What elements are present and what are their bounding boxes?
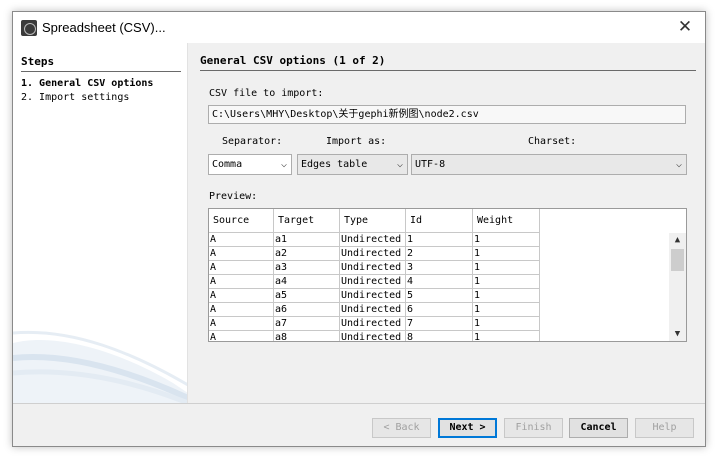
cell-source: A — [209, 275, 274, 289]
step-general-csv-options: 1. General CSV options — [21, 78, 154, 89]
import-wizard-dialog: Spreadsheet (CSV)... ✕ Steps 1. General … — [12, 11, 706, 447]
cell-weight: 1 — [473, 275, 540, 289]
cell-id: 3 — [406, 261, 473, 275]
import-as-select[interactable]: Edges table ⌵ — [297, 154, 408, 175]
cell-weight: 1 — [473, 233, 540, 247]
chevron-down-icon: ⌵ — [675, 159, 682, 170]
column-header-type: Type — [340, 209, 406, 233]
cell-source: A — [209, 261, 274, 275]
steps-title: Steps — [21, 55, 181, 72]
title-bar: Spreadsheet (CSV)... ✕ — [13, 12, 705, 43]
separator-label: Separator: — [222, 136, 283, 147]
panel-title: General CSV options (1 of 2) — [200, 54, 696, 71]
gephi-app-icon — [21, 20, 37, 36]
cell-source: A — [209, 317, 274, 331]
chevron-down-icon[interactable]: ▼ — [669, 329, 686, 339]
cell-weight: 1 — [473, 289, 540, 303]
table-row: A a2 Undirected 2 1 — [209, 247, 540, 261]
separator-value: Comma — [212, 159, 243, 170]
cell-target: a3 — [274, 261, 340, 275]
import-as-label: Import as: — [326, 136, 387, 147]
column-header-target: Target — [274, 209, 340, 233]
cell-source: A — [209, 289, 274, 303]
cell-id: 5 — [406, 289, 473, 303]
cell-source: A — [209, 331, 274, 341]
scrollbar-thumb[interactable] — [671, 249, 684, 271]
preview-header: Source Target Type Id Weight — [209, 209, 540, 233]
charset-select[interactable]: UTF-8 ⌵ — [411, 154, 687, 175]
table-row: A a8 Undirected 8 1 — [209, 331, 540, 341]
cell-weight: 1 — [473, 317, 540, 331]
footer-divider — [13, 403, 705, 404]
column-header-source: Source — [209, 209, 274, 233]
cell-target: a2 — [274, 247, 340, 261]
preview-scrollbar[interactable]: ▲ ▼ — [669, 233, 686, 341]
cell-target: a5 — [274, 289, 340, 303]
back-button[interactable]: < Back — [372, 418, 431, 438]
cell-id: 7 — [406, 317, 473, 331]
cell-source: A — [209, 233, 274, 247]
import-as-value: Edges table — [301, 159, 368, 170]
cell-target: a1 — [274, 233, 340, 247]
cell-type: Undirected — [340, 261, 406, 275]
cell-type: Undirected — [340, 303, 406, 317]
preview-table: Source Target Type Id Weight A a1 Undire… — [208, 208, 687, 342]
close-icon[interactable]: ✕ — [675, 17, 695, 37]
cell-target: a4 — [274, 275, 340, 289]
cell-target: a8 — [274, 331, 340, 341]
cell-weight: 1 — [473, 303, 540, 317]
cell-type: Undirected — [340, 289, 406, 303]
cell-type: Undirected — [340, 275, 406, 289]
preview-rows: A a1 Undirected 1 1 A a2 Undirected 2 1 … — [209, 233, 540, 341]
cell-type: Undirected — [340, 233, 406, 247]
chevron-down-icon: ⌵ — [396, 159, 403, 170]
column-header-weight: Weight — [473, 209, 540, 233]
separator-select[interactable]: Comma ⌵ — [208, 154, 292, 175]
column-header-id: Id — [406, 209, 473, 233]
csv-file-path-field[interactable]: C:\Users\MHY\Desktop\关于gephi新例图\node2.cs… — [208, 105, 686, 124]
cancel-button[interactable]: Cancel — [569, 418, 628, 438]
chevron-down-icon: ⌵ — [280, 159, 287, 170]
preview-label: Preview: — [209, 191, 258, 202]
table-row: A a5 Undirected 5 1 — [209, 289, 540, 303]
cell-weight: 1 — [473, 331, 540, 341]
csv-file-label: CSV file to import: — [209, 88, 324, 99]
cell-type: Undirected — [340, 331, 406, 341]
cell-id: 4 — [406, 275, 473, 289]
step-import-settings: 2. Import settings — [21, 92, 130, 103]
next-button[interactable]: Next > — [438, 418, 497, 438]
table-row: A a3 Undirected 3 1 — [209, 261, 540, 275]
finish-button[interactable]: Finish — [504, 418, 563, 438]
cell-id: 1 — [406, 233, 473, 247]
chevron-up-icon[interactable]: ▲ — [669, 235, 686, 245]
cell-type: Undirected — [340, 317, 406, 331]
cell-type: Undirected — [340, 247, 406, 261]
cell-id: 8 — [406, 331, 473, 341]
cell-target: a7 — [274, 317, 340, 331]
table-row: A a7 Undirected 7 1 — [209, 317, 540, 331]
window-title: Spreadsheet (CSV)... — [42, 20, 166, 35]
cell-target: a6 — [274, 303, 340, 317]
help-button[interactable]: Help — [635, 418, 694, 438]
steps-panel: Steps 1. General CSV options 2. Import s… — [13, 43, 188, 403]
charset-label: Charset: — [528, 136, 577, 147]
cell-weight: 1 — [473, 261, 540, 275]
cell-source: A — [209, 247, 274, 261]
decorative-swoosh — [13, 330, 187, 403]
table-row: A a1 Undirected 1 1 — [209, 233, 540, 247]
cell-id: 2 — [406, 247, 473, 261]
cell-source: A — [209, 303, 274, 317]
cell-weight: 1 — [473, 247, 540, 261]
table-row: A a4 Undirected 4 1 — [209, 275, 540, 289]
cell-id: 6 — [406, 303, 473, 317]
table-row: A a6 Undirected 6 1 — [209, 303, 540, 317]
charset-value: UTF-8 — [415, 159, 446, 170]
